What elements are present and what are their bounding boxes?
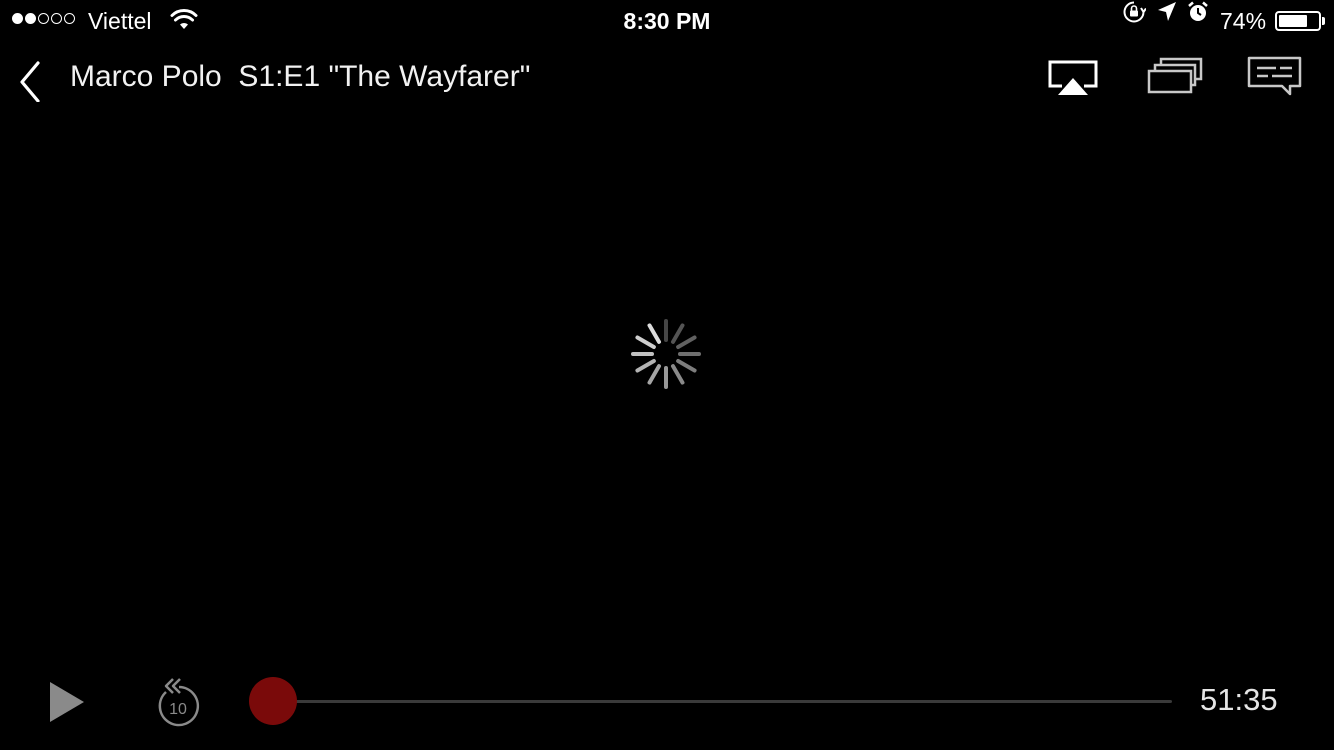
spinner-spoke (676, 359, 697, 373)
subtitles-button[interactable] (1246, 54, 1304, 103)
play-button[interactable] (46, 680, 88, 729)
spinner-spoke (647, 364, 661, 385)
spinner-spoke (676, 335, 697, 349)
battery-percentage: 74% (1220, 8, 1267, 34)
playback-controls: 10 51:35 (0, 665, 1334, 740)
airplay-button[interactable] (1046, 54, 1100, 101)
location-arrow-icon (1156, 0, 1178, 29)
airplay-icon (1048, 60, 1098, 95)
status-bar: Viettel 8:30 PM 74% (0, 0, 1334, 42)
battery-level-fill (1279, 15, 1307, 27)
orientation-lock-icon (1122, 0, 1147, 29)
back-chevron-icon (20, 61, 40, 103)
spinner-spoke (647, 323, 661, 344)
loading-spinner-icon (631, 319, 701, 389)
episodes-icon (1147, 57, 1203, 94)
alarm-icon (1186, 0, 1210, 29)
remaining-time: 51:35 (1200, 682, 1278, 717)
player-top-bar: Marco Polo S1:E1 "The Wayfarer" (0, 48, 1334, 108)
rewind-seconds-label: 10 (169, 701, 187, 718)
rewind-10-icon: 10 (158, 678, 200, 727)
spinner-spoke (635, 359, 656, 373)
battery-icon (1275, 11, 1321, 31)
episode-title: Marco Polo S1:E1 "The Wayfarer" (70, 60, 531, 93)
subtitles-icon (1247, 56, 1302, 96)
back-button[interactable] (14, 54, 54, 103)
scrubber-track[interactable] (272, 700, 1172, 703)
spinner-spoke (671, 364, 685, 385)
rewind-10-button[interactable]: 10 (154, 675, 204, 732)
spinner-spoke (635, 335, 656, 349)
episodes-button[interactable] (1146, 54, 1204, 101)
battery-tip (1322, 17, 1325, 25)
spinner-spoke (671, 323, 685, 344)
play-icon (50, 682, 84, 722)
scrubber-thumb[interactable] (249, 677, 297, 725)
